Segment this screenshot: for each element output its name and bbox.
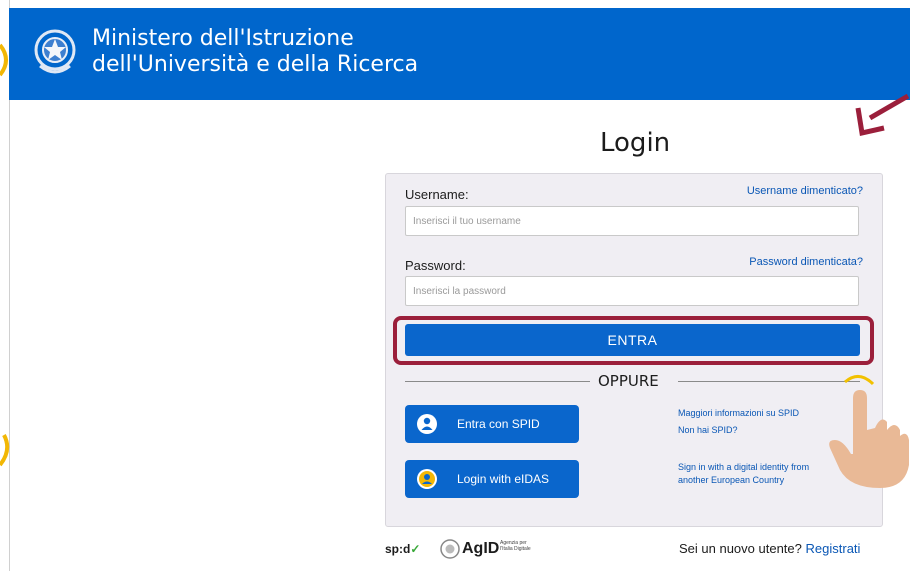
new-user-text: Sei un nuovo utente? — [679, 541, 802, 556]
spid-button-label: Entra con SPID — [457, 417, 540, 431]
eidas-info-line2: another European Country — [678, 475, 785, 485]
username-input[interactable] — [405, 206, 859, 236]
spid-button[interactable]: Entra con SPID — [405, 405, 579, 443]
ministry-title-line2: dell'Università e della Ricerca — [92, 52, 419, 77]
separator-line-left — [405, 381, 590, 382]
decorative-curve — [0, 434, 10, 467]
arrow-icon — [855, 93, 910, 137]
eidas-icon — [417, 469, 437, 489]
pointing-hand-icon — [829, 375, 909, 488]
site-header: Ministero dell'Istruzione dell'Universit… — [9, 8, 910, 100]
agid-logo-subtitle: Agenzia per l'Italia Digitale — [500, 540, 531, 552]
login-title: Login — [600, 128, 671, 158]
ministry-title: Ministero dell'Istruzione dell'Universit… — [92, 26, 418, 78]
spid-logo: sp:d✓ — [385, 542, 421, 556]
eidas-button-label: Login with eIDAS — [457, 472, 550, 486]
spid-info-link[interactable]: Maggiori informazioni su SPID — [678, 407, 799, 420]
oppure-separator: OPPURE — [598, 372, 659, 390]
spid-missing-link[interactable]: Non hai SPID? — [678, 424, 738, 437]
password-label: Password: — [405, 258, 466, 273]
eidas-button[interactable]: Login with eIDAS — [405, 460, 579, 498]
eidas-info-line1: Sign in with a digital identity from — [678, 462, 810, 472]
emblem-icon — [34, 29, 76, 74]
username-label: Username: — [405, 187, 469, 202]
password-forgot-link[interactable]: Password dimenticata? — [749, 256, 863, 268]
entra-button[interactable]: ENTRA — [405, 324, 860, 356]
username-forgot-link[interactable]: Username dimenticato? — [747, 185, 863, 197]
new-user-prompt: Sei un nuovo utente? Registrati — [679, 541, 860, 556]
decorative-curve — [0, 43, 8, 77]
ministry-title-line1: Ministero dell'Istruzione — [92, 26, 354, 51]
password-input[interactable] — [405, 276, 859, 306]
agid-logo-icon — [440, 539, 460, 559]
spid-user-icon — [417, 414, 437, 434]
eidas-info-link[interactable]: Sign in with a digital identity from ano… — [678, 461, 809, 487]
register-link[interactable]: Registrati — [806, 541, 861, 556]
agid-logo-text: AgID — [462, 540, 500, 557]
spid-logo-text: sp:d — [385, 542, 411, 556]
